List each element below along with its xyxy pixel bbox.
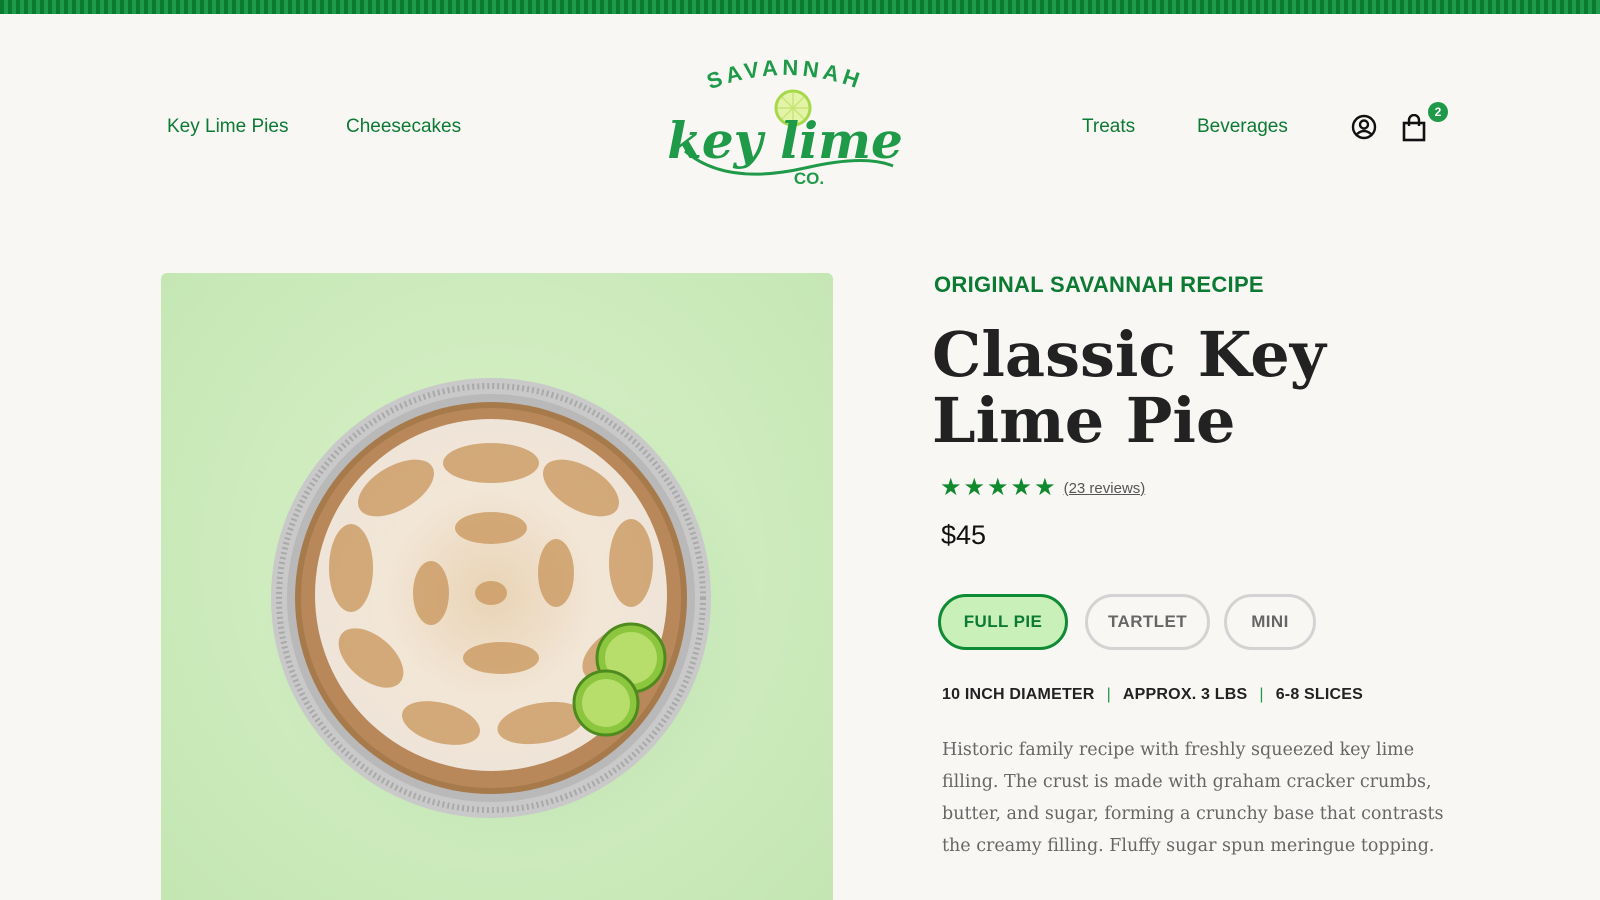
- spec-divider: |: [1106, 686, 1111, 703]
- key-lime-pie-illustration: [261, 373, 761, 863]
- user-circle-icon: [1351, 114, 1377, 140]
- reviews-link[interactable]: (23 reviews): [1064, 480, 1146, 497]
- star-icon: ★: [963, 474, 986, 501]
- nav-link-treats[interactable]: Treats: [1082, 116, 1135, 138]
- spec-divider: |: [1259, 686, 1264, 703]
- product-title: Classic Key Lime Pie: [932, 318, 1326, 457]
- nav-link-beverages[interactable]: Beverages: [1197, 116, 1288, 138]
- star-icon: ★: [1034, 474, 1056, 501]
- product-rating: ★ ★ ★ ★ ★ (23 reviews): [940, 476, 1145, 500]
- logo-text-savannah: SAVANNAH: [704, 55, 863, 94]
- nav-link-cheesecakes[interactable]: Cheesecakes: [346, 116, 461, 138]
- spec-slices: 6-8 SLICES: [1275, 686, 1364, 703]
- svg-text:SAVANNAH: SAVANNAH: [704, 56, 867, 94]
- cart-count-badge: 2: [1428, 102, 1448, 122]
- star-icon: ★: [987, 474, 1009, 501]
- star-icon: ★: [940, 474, 962, 501]
- product-price: $45: [941, 520, 987, 550]
- spec-weight: APPROX. 3 LBS: [1122, 686, 1248, 703]
- brand-logo-graphic: SAVANNAH key lime CO.: [667, 55, 903, 188]
- top-decorative-stripe: [0, 0, 1600, 14]
- spec-diameter: 10 INCH DIAMETER: [942, 686, 1095, 703]
- nav-link-key-lime-pies[interactable]: Key Lime Pies: [167, 116, 288, 138]
- product-specs: 10 INCH DIAMETER | APPROX. 3 LBS | 6-8 S…: [942, 686, 1363, 704]
- account-button[interactable]: [1351, 114, 1377, 145]
- brand-logo[interactable]: SAVANNAH key lime CO.: [665, 55, 905, 196]
- variant-mini[interactable]: MINI: [1224, 594, 1316, 650]
- product-image: [161, 273, 833, 900]
- variant-tartlet[interactable]: TARTLET: [1085, 594, 1210, 650]
- product-description: Historic family recipe with freshly sque…: [942, 740, 1444, 856]
- shopping-bag-icon: [1402, 113, 1426, 142]
- product-eyebrow: ORIGINAL SAVANNAH RECIPE: [934, 272, 1264, 297]
- logo-text-co: CO.: [794, 169, 824, 188]
- star-icon: ★: [1010, 474, 1033, 501]
- variant-full-pie[interactable]: FULL PIE: [938, 594, 1068, 650]
- cart-button[interactable]: [1401, 113, 1427, 147]
